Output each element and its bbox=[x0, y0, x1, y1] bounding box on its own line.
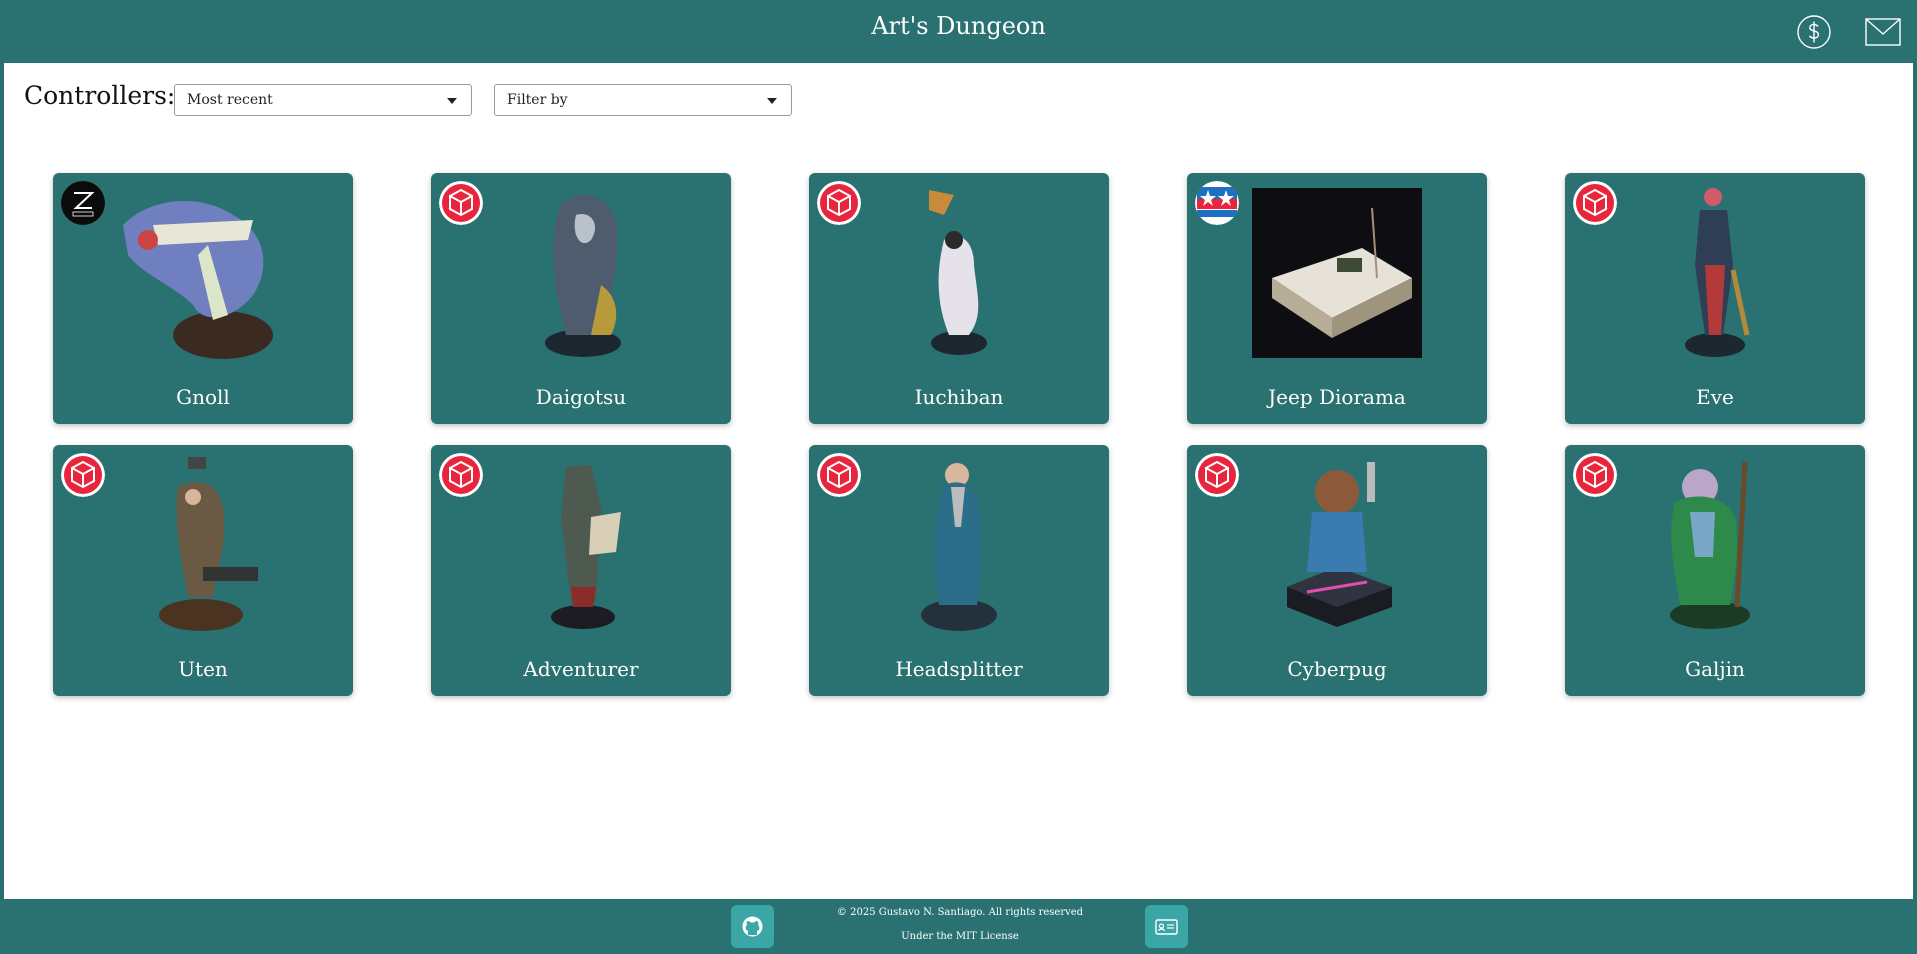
miniature-image bbox=[551, 465, 621, 629]
card-title: Uten bbox=[178, 657, 228, 681]
card-title: Iuchiban bbox=[914, 385, 1004, 409]
card-cyberpug[interactable]: Cyberpug bbox=[1187, 445, 1487, 696]
red-cube-logo-icon bbox=[817, 181, 861, 225]
red-cube-logo-icon bbox=[439, 181, 483, 225]
miniature-image bbox=[1685, 188, 1750, 357]
miniature-image bbox=[1670, 461, 1750, 629]
4250-logo-icon bbox=[61, 181, 105, 225]
miniature-image bbox=[159, 457, 258, 631]
controls-label: Controllers: bbox=[24, 81, 176, 110]
card-daigotsu[interactable]: Daigotsu bbox=[431, 173, 731, 424]
red-cube-logo-icon bbox=[1195, 453, 1239, 497]
card-gnoll[interactable]: Gnoll bbox=[53, 173, 353, 424]
card-uten[interactable]: Uten bbox=[53, 445, 353, 696]
site-title: Art's Dungeon bbox=[871, 12, 1046, 40]
card-title: Adventurer bbox=[523, 657, 639, 681]
license-text: Under the MIT License bbox=[901, 931, 1019, 942]
red-cube-logo-icon bbox=[439, 453, 483, 497]
red-cube-logo-icon bbox=[61, 453, 105, 497]
card-eve[interactable]: Eve bbox=[1565, 173, 1865, 424]
miniature-image bbox=[545, 194, 621, 357]
red-cube-logo-icon bbox=[817, 453, 861, 497]
miniature-image bbox=[1252, 188, 1422, 358]
caret-down-icon bbox=[767, 98, 777, 104]
sort-select-value: Most recent bbox=[187, 92, 273, 108]
card-title: Jeep Diorama bbox=[1268, 385, 1406, 409]
site-footer: © 2025 Gustavo N. Santiago. All rights r… bbox=[0, 899, 1917, 954]
contact-card-button[interactable] bbox=[1145, 905, 1188, 948]
card-title: Gnoll bbox=[176, 385, 230, 409]
card-jeep-diorama[interactable]: Jeep Diorama bbox=[1187, 173, 1487, 424]
window-border-right bbox=[1913, 0, 1917, 954]
red-cube-logo-icon bbox=[1573, 453, 1617, 497]
card-headsplitter[interactable]: Headsplitter bbox=[809, 445, 1109, 696]
card-title: Eve bbox=[1696, 385, 1734, 409]
filter-select-value: Filter by bbox=[507, 92, 568, 108]
filter-select[interactable]: Filter by bbox=[494, 84, 792, 116]
miniature-image bbox=[123, 201, 273, 359]
caret-down-icon bbox=[447, 98, 457, 104]
tamiya-logo-icon bbox=[1195, 181, 1239, 225]
sort-select[interactable]: Most recent bbox=[174, 84, 472, 116]
card-title: Galjin bbox=[1685, 657, 1745, 681]
card-title: Cyberpug bbox=[1287, 657, 1387, 681]
site-header: Art's Dungeon bbox=[0, 0, 1917, 63]
card-iuchiban[interactable]: Iuchiban bbox=[809, 173, 1109, 424]
card-title: Headsplitter bbox=[895, 657, 1023, 681]
miniature-image bbox=[1287, 462, 1392, 627]
card-galjin[interactable]: Galjin bbox=[1565, 445, 1865, 696]
copyright-text: © 2025 Gustavo N. Santiago. All rights r… bbox=[836, 907, 1084, 918]
red-cube-logo-icon bbox=[1573, 181, 1617, 225]
window-border-left bbox=[0, 0, 4, 954]
miniature-image bbox=[929, 190, 987, 355]
dollar-icon[interactable] bbox=[1796, 14, 1832, 50]
miniature-image bbox=[921, 463, 997, 631]
id-card-icon bbox=[1155, 919, 1178, 935]
card-adventurer[interactable]: Adventurer bbox=[431, 445, 731, 696]
mail-icon[interactable] bbox=[1864, 14, 1902, 50]
card-title: Daigotsu bbox=[535, 385, 627, 409]
